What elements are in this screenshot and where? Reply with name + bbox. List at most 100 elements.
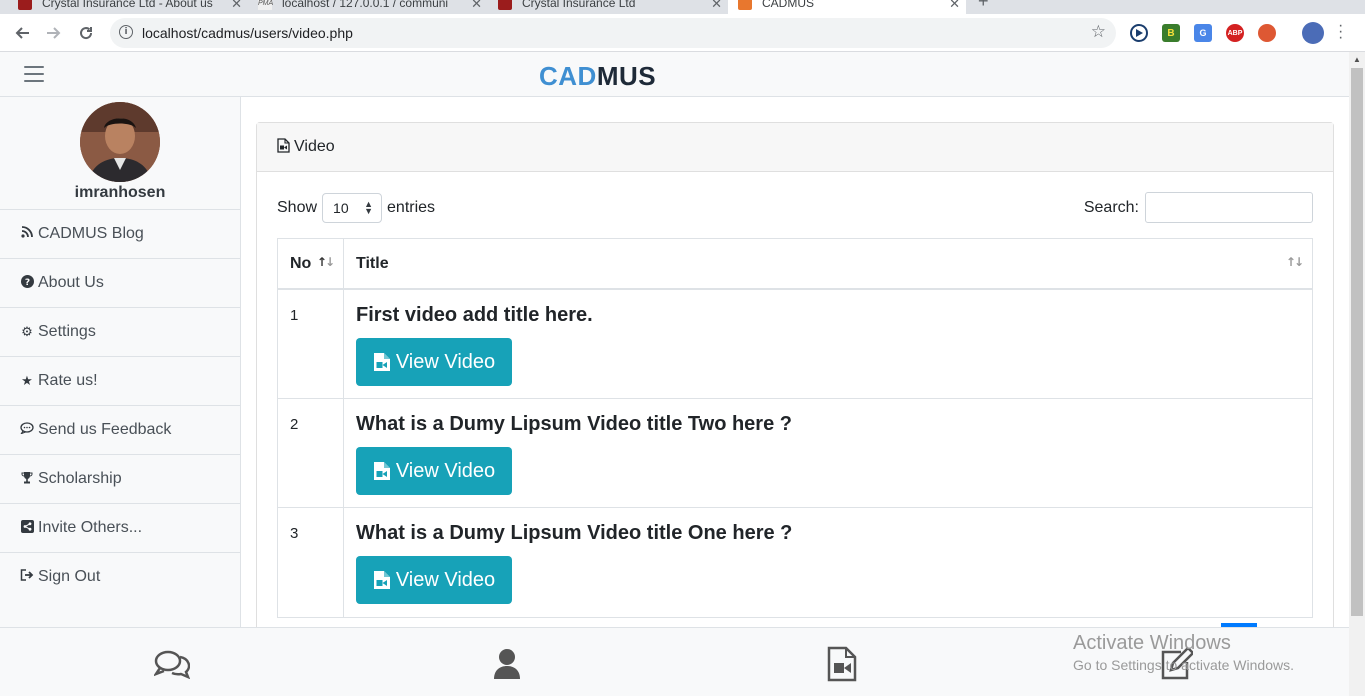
column-header-title[interactable]: Title ↑↓ (344, 239, 1312, 288)
tab-title: Crystal Insurance Ltd - About us (42, 0, 213, 10)
user-icon[interactable] (489, 646, 525, 682)
close-tab-icon[interactable]: ✕ (231, 0, 242, 12)
row-number: 1 (278, 290, 344, 398)
app-header: CADMUS (0, 52, 1349, 97)
column-header-label: Title (356, 254, 389, 272)
browser-tab[interactable]: Crystal Insurance Ltd - About us ✕ (8, 0, 248, 14)
sidebar-item-feedback[interactable]: Send us Feedback (0, 405, 240, 454)
info-icon[interactable]: i (119, 25, 133, 39)
page-scrollbar[interactable]: ▲ (1349, 52, 1365, 696)
table-header-row: No ↑↓ Title ↑↓ (278, 239, 1312, 290)
video-table: No ↑↓ Title ↑↓ 1 First video add title h… (277, 238, 1313, 618)
close-tab-icon[interactable]: ✕ (949, 0, 960, 12)
comments-icon[interactable] (154, 646, 190, 682)
svg-text:?: ? (24, 278, 29, 288)
video-file-icon (277, 138, 290, 156)
sidebar: imranhosen CADMUS Blog ? About Us ⚙ Sett… (0, 97, 241, 627)
search-label: Search: (1083, 198, 1139, 216)
video-title: What is a Dumy Lipsum Video title Two he… (356, 413, 792, 435)
sidebar-item-rate[interactable]: ★ Rate us! (0, 356, 240, 405)
tab-title: CADMUS (762, 0, 815, 10)
sidebar-nav: CADMUS Blog ? About Us ⚙ Settings ★ Rate… (0, 209, 240, 601)
browser-tab-active[interactable]: CADMUS ✕ (728, 0, 966, 14)
video-file-icon (373, 571, 390, 589)
card-title: Video (294, 138, 335, 155)
video-title: First video add title here. (356, 304, 593, 326)
user-avatar[interactable] (80, 102, 160, 182)
comment-icon (20, 422, 34, 438)
video-file-icon (373, 462, 390, 480)
view-video-button[interactable]: View Video (356, 447, 512, 495)
address-bar[interactable]: i localhost/cadmus/users/video.php ☆ (110, 18, 1116, 48)
tab-title: localhost / 127.0.0.1 / communi (282, 0, 449, 10)
url-text[interactable]: localhost/cadmus/users/video.php (142, 25, 353, 41)
sidebar-item-invite[interactable]: Invite Others... (0, 503, 240, 552)
brand-part-2: MUS (596, 61, 657, 91)
b-extension-icon[interactable]: B (1162, 24, 1180, 42)
row-number: 3 (278, 508, 344, 617)
entries-value: 10 (333, 200, 349, 216)
view-video-button[interactable]: View Video (356, 338, 512, 386)
duckduckgo-extension-icon[interactable] (1258, 24, 1276, 42)
sort-icon: ↑↓ (316, 255, 335, 269)
browser-tab[interactable]: PMA localhost / 127.0.0.1 / communi ✕ (248, 0, 488, 14)
cadmus-favicon-icon (738, 0, 752, 10)
back-button[interactable] (9, 20, 35, 46)
sidebar-item-scholarship[interactable]: Scholarship (0, 454, 240, 503)
adblock-extension-icon[interactable]: ABP (1226, 24, 1244, 42)
button-label: View Video (395, 350, 496, 373)
view-video-button[interactable]: View Video (356, 556, 512, 604)
share-square-icon (20, 519, 34, 537)
sidebar-item-label: Rate us! (38, 372, 98, 389)
crystal-favicon-icon (18, 0, 32, 10)
search-input[interactable] (1145, 192, 1313, 223)
sidebar-item-label: Invite Others... (38, 519, 143, 536)
translate-extension-icon[interactable]: G (1194, 24, 1212, 42)
row-number: 2 (278, 399, 344, 507)
close-tab-icon[interactable]: ✕ (711, 0, 722, 12)
bookmark-star-icon[interactable]: ☆ (1091, 22, 1106, 42)
sidebar-item-label: About Us (38, 274, 104, 291)
hamburger-menu-icon[interactable] (24, 66, 44, 82)
video-title: What is a Dumy Lipsum Video title One he… (356, 522, 793, 544)
reload-icon (80, 27, 93, 40)
browser-menu-icon[interactable]: · · · (1338, 18, 1343, 46)
avatar-image (80, 102, 160, 182)
sidebar-item-label: CADMUS Blog (38, 225, 144, 242)
entries-label: entries (387, 199, 436, 216)
arrow-left-icon (15, 27, 29, 39)
video-file-icon (373, 353, 390, 371)
card-header: Video (257, 123, 1333, 172)
sidebar-item-signout[interactable]: Sign Out (0, 552, 240, 601)
close-tab-icon[interactable]: ✕ (471, 0, 482, 12)
sidebar-item-blog[interactable]: CADMUS Blog (0, 209, 240, 258)
column-header-no[interactable]: No ↑↓ (278, 239, 344, 288)
brand-part-1: CAD (539, 61, 597, 91)
entries-select[interactable]: 10 ▲ ▼ (322, 193, 383, 223)
trophy-icon (20, 471, 34, 488)
show-label: Show (277, 199, 318, 216)
sidebar-item-about[interactable]: ? About Us (0, 258, 240, 307)
main-content: Video Show 10 ▲ ▼ entries Search: No ↑↓ T… (241, 97, 1349, 642)
new-tab-button[interactable]: + (978, 0, 989, 12)
table-row: 1 First video add title here. View Video (278, 290, 1312, 399)
scroll-up-icon[interactable]: ▲ (1353, 55, 1361, 64)
button-label: View Video (395, 459, 496, 482)
brand-logo[interactable]: CADMUS (539, 61, 656, 92)
play-extension-icon[interactable] (1130, 24, 1148, 42)
browser-tab-strip: Crystal Insurance Ltd - About us ✕ PMA l… (0, 0, 1365, 14)
scrollbar-thumb[interactable] (1351, 68, 1363, 616)
sign-out-icon (20, 569, 34, 585)
browser-tab[interactable]: Crystal Insurance Ltd ✕ (488, 0, 728, 14)
sidebar-item-settings[interactable]: ⚙ Settings (0, 307, 240, 356)
profile-avatar-icon[interactable] (1302, 22, 1324, 44)
forward-button[interactable] (41, 20, 67, 46)
watermark-title: Activate Windows (1073, 632, 1231, 654)
sidebar-item-label: Send us Feedback (38, 421, 172, 438)
reload-button[interactable] (73, 20, 99, 46)
column-header-label: No (290, 254, 312, 272)
arrow-right-icon (47, 27, 61, 39)
video-card: Video Show 10 ▲ ▼ entries Search: No ↑↓ T… (256, 122, 1334, 642)
video-file-icon[interactable] (824, 646, 860, 682)
browser-toolbar: i localhost/cadmus/users/video.php ☆ B G… (0, 14, 1365, 52)
